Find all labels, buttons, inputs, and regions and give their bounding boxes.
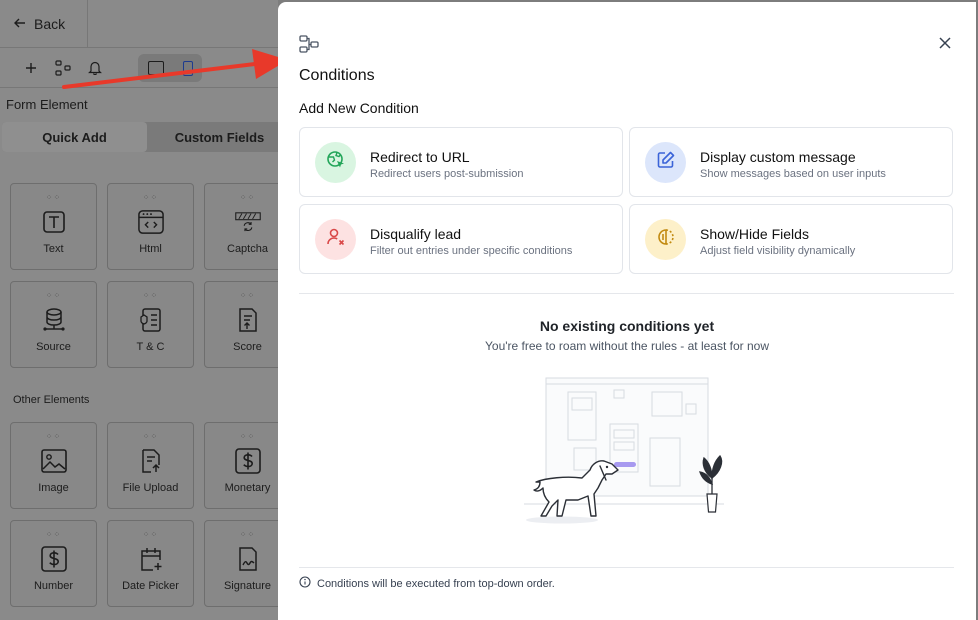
- tab-custom-fields[interactable]: Custom Fields: [147, 122, 292, 152]
- element-tile-image[interactable]: ⁘⁘ Image: [10, 422, 97, 509]
- conditions-modal: Conditions Add New Condition Redirect to…: [278, 2, 976, 620]
- dollar-icon: [234, 448, 261, 474]
- drag-handle-icon[interactable]: ⁘⁘: [46, 291, 61, 301]
- arrow-left-icon: [14, 16, 26, 32]
- disqualify-lead-desc: Filter out entries under specific condit…: [370, 245, 573, 257]
- database-icon: [41, 307, 67, 333]
- redirect-url-card[interactable]: Redirect to URL Redirect users post-subm…: [299, 127, 623, 197]
- footer-note: Conditions will be executed from top-dow…: [299, 576, 555, 591]
- show-hide-card[interactable]: Show/Hide Fields Adjust field visibility…: [629, 204, 953, 274]
- show-hide-title: Show/Hide Fields: [700, 226, 809, 242]
- score-icon: [235, 307, 261, 333]
- element-tile-label: Image: [38, 482, 69, 494]
- number-dollar-icon: [40, 546, 67, 572]
- annotation-arrow: [62, 49, 288, 89]
- disqualify-lead-card[interactable]: Disqualify lead Filter out entries under…: [299, 204, 623, 274]
- element-tile-label: Captcha: [227, 243, 268, 255]
- drag-handle-icon[interactable]: ⁘⁘: [143, 530, 158, 540]
- text-t-icon: [41, 209, 67, 235]
- drag-handle-icon[interactable]: ⁘⁘: [240, 193, 255, 203]
- drag-handle-icon[interactable]: ⁘⁘: [46, 193, 61, 203]
- element-tile-label: Monetary: [224, 482, 271, 494]
- visibility-half-icon: [656, 227, 676, 252]
- redirect-url-title: Redirect to URL: [370, 149, 470, 165]
- element-tile-number[interactable]: ⁘⁘ Number: [10, 520, 97, 607]
- other-elements-label: Other Elements: [13, 394, 90, 406]
- element-tabs: Quick Add Custom Fields: [2, 122, 292, 152]
- drag-handle-icon[interactable]: ⁘⁘: [240, 432, 255, 442]
- drag-handle-icon[interactable]: ⁘⁘: [240, 291, 255, 301]
- section-divider: [299, 293, 954, 294]
- element-tile-label: File Upload: [122, 482, 179, 494]
- element-tile-label: Text: [43, 243, 64, 255]
- custom-message-title: Display custom message: [700, 149, 856, 165]
- other-elements-grid: ⁘⁘ Image ⁘⁘ File Upload ⁘⁘ Monetary ⁘⁘ Number ⁘⁘…: [10, 422, 291, 607]
- custom-message-card[interactable]: Display custom message Show messages bas…: [629, 127, 953, 197]
- element-tile-text[interactable]: ⁘⁘ Text: [10, 183, 97, 270]
- signature-icon: [235, 546, 261, 572]
- captcha-icon: [234, 209, 261, 235]
- drag-handle-icon[interactable]: ⁘⁘: [46, 530, 61, 540]
- image-icon: [40, 448, 67, 474]
- element-tile-label: Source: [36, 341, 71, 353]
- footer-note-text: Conditions will be executed from top-dow…: [317, 577, 555, 590]
- info-icon: [299, 576, 311, 591]
- element-tile-source[interactable]: ⁘⁘ Source: [10, 281, 97, 368]
- element-tile-t-c[interactable]: ⁘⁘ T & C: [107, 281, 194, 368]
- element-tile-date-picker[interactable]: ⁘⁘ Date Picker: [107, 520, 194, 607]
- element-tile-label: Date Picker: [122, 580, 179, 592]
- tab-quick-add[interactable]: Quick Add: [2, 122, 147, 152]
- redirect-url-desc: Redirect users post-submission: [370, 168, 524, 180]
- edit-icon: [656, 150, 676, 175]
- footer-divider: [299, 567, 954, 568]
- calendar-plus-icon: [138, 546, 164, 572]
- element-tile-label: Number: [33, 580, 74, 592]
- custom-message-desc: Show messages based on user inputs: [700, 168, 886, 180]
- user-x-icon: [326, 227, 346, 252]
- close-icon[interactable]: [939, 36, 951, 54]
- disqualify-icon-circle: [315, 219, 356, 260]
- back-label: Back: [34, 15, 66, 32]
- element-tile-label: T & C: [136, 341, 165, 353]
- plus-icon[interactable]: [22, 59, 40, 77]
- element-tile-file-upload[interactable]: ⁘⁘ File Upload: [107, 422, 194, 509]
- builder-topbar: Back: [0, 0, 278, 48]
- back-button[interactable]: Back: [0, 0, 88, 48]
- file-upload-icon: [138, 448, 164, 474]
- close-button[interactable]: [936, 36, 954, 54]
- empty-state-title: No existing conditions yet: [539, 318, 715, 334]
- terms-icon: [138, 307, 164, 333]
- drag-handle-icon[interactable]: ⁘⁘: [143, 291, 158, 301]
- conditions-icon: [299, 35, 319, 58]
- show-hide-icon-circle: [645, 219, 686, 260]
- element-tile-label: Signature: [223, 580, 272, 592]
- empty-state-illustration: [524, 377, 724, 524]
- html-code-icon: [137, 209, 164, 235]
- element-tile-label: Html: [139, 243, 162, 255]
- empty-state-subtitle: You're free to roam without the rules - …: [485, 339, 769, 353]
- drag-handle-icon[interactable]: ⁘⁘: [240, 530, 255, 540]
- drag-handle-icon[interactable]: ⁘⁘: [143, 432, 158, 442]
- modal-title: Conditions: [299, 67, 375, 84]
- globe-cursor-icon: [326, 150, 346, 175]
- disqualify-lead-title: Disqualify lead: [370, 226, 462, 242]
- drag-handle-icon[interactable]: ⁘⁘: [46, 432, 61, 442]
- show-hide-desc: Adjust field visibility dynamically: [700, 245, 856, 257]
- drag-handle-icon[interactable]: ⁘⁘: [143, 193, 158, 203]
- redirect-icon-circle: [315, 142, 356, 183]
- message-icon-circle: [645, 142, 686, 183]
- element-tile-label: Score: [233, 341, 262, 353]
- element-tile-html[interactable]: ⁘⁘ Html: [107, 183, 194, 270]
- add-condition-title: Add New Condition: [299, 100, 419, 116]
- quick-elements-grid: ⁘⁘ Text ⁘⁘ Html ⁘⁘ Captcha ⁘⁘ Source ⁘⁘ T & C ⁘⁘ Sc…: [10, 183, 291, 368]
